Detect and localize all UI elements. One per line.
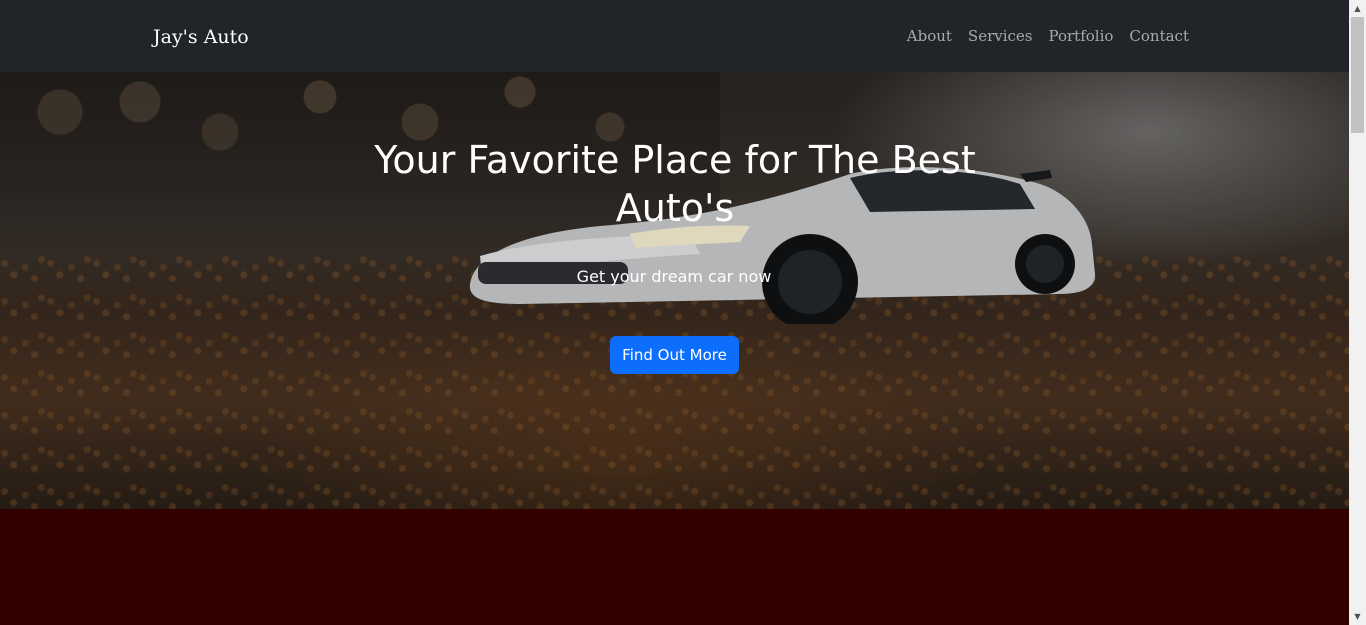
page-scrollbar[interactable]: ▲ ▼ bbox=[1349, 0, 1366, 625]
navbar: Jay's Auto About Services Portfolio Cont… bbox=[0, 0, 1349, 72]
nav-link-contact[interactable]: Contact bbox=[1129, 25, 1189, 47]
hero-section: Your Favorite Place for The Best Auto's … bbox=[0, 72, 1349, 509]
nav-link-services[interactable]: Services bbox=[968, 25, 1033, 47]
about-section bbox=[0, 509, 1349, 625]
page-viewport: Jay's Auto About Services Portfolio Cont… bbox=[0, 0, 1349, 625]
hero-subtitle: Get your dream car now bbox=[576, 267, 772, 286]
nav-link-about[interactable]: About bbox=[907, 25, 952, 47]
scrollbar-thumb[interactable] bbox=[1351, 17, 1364, 133]
nav-links: About Services Portfolio Contact bbox=[907, 25, 1189, 47]
chevron-up-icon[interactable]: ▲ bbox=[1349, 0, 1366, 17]
brand-link[interactable]: Jay's Auto bbox=[153, 24, 249, 50]
hero-content: Your Favorite Place for The Best Auto's … bbox=[0, 72, 1349, 509]
chevron-down-icon[interactable]: ▼ bbox=[1349, 608, 1366, 625]
nav-link-portfolio[interactable]: Portfolio bbox=[1049, 25, 1114, 47]
hero-title: Your Favorite Place for The Best Auto's bbox=[374, 138, 976, 230]
find-out-more-button[interactable]: Find Out More bbox=[610, 336, 739, 374]
